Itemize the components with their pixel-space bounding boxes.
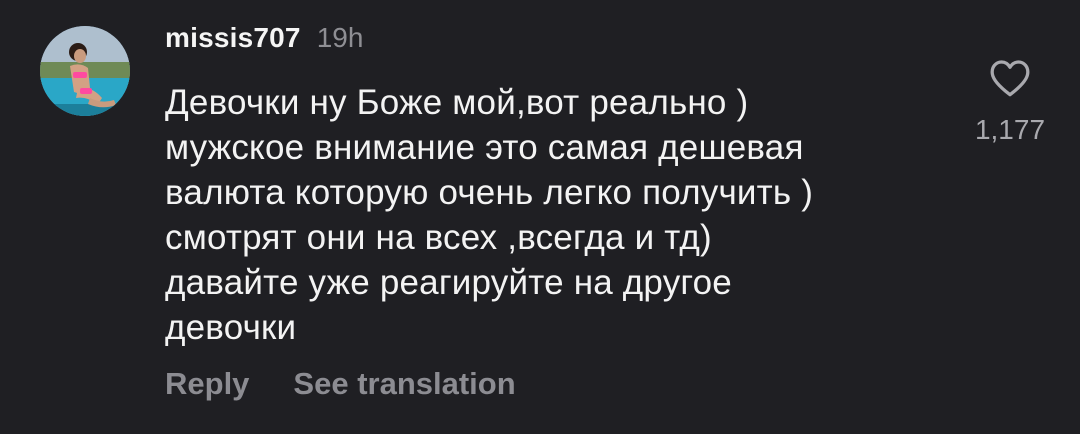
avatar[interactable] — [40, 26, 130, 116]
heart-outline-icon[interactable] — [988, 58, 1032, 98]
see-translation-button[interactable]: See translation — [293, 366, 515, 402]
comment-item: missis707 19h Девочки ну Боже мой,вот ре… — [0, 0, 1080, 434]
timestamp: 19h — [316, 22, 364, 53]
comment-body: missis707 19h Девочки ну Боже мой,вот ре… — [165, 22, 945, 350]
comment-actions: Reply See translation — [165, 366, 516, 402]
like-count: 1,177 — [974, 114, 1046, 145]
like-section: 1,177 — [968, 58, 1052, 146]
comment-text: Девочки ну Боже мой,вот реально ) мужско… — [165, 83, 814, 347]
comment-header: missis707 19h — [165, 22, 945, 66]
reply-button[interactable]: Reply — [165, 366, 249, 402]
username[interactable]: missis707 — [165, 22, 301, 54]
avatar-image — [40, 26, 130, 116]
